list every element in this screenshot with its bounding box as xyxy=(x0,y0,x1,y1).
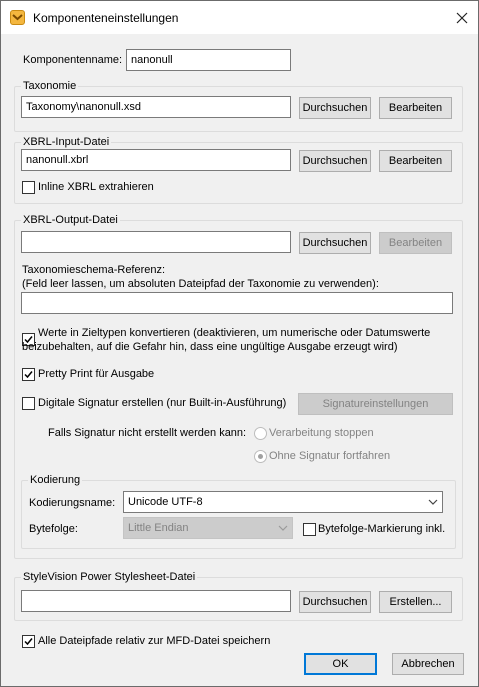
dialog-window: Komponenteneinstellungen Komponentenname… xyxy=(0,0,479,687)
stylevision-browse-button[interactable]: Durchsuchen xyxy=(299,591,371,613)
inline-xbrl-checkbox[interactable] xyxy=(22,181,35,194)
pretty-print-checkbox[interactable] xyxy=(22,368,35,381)
stylevision-create-button[interactable]: Erstellen... xyxy=(379,591,452,613)
digital-signature-label: Digitale Signatur erstellen (nur Built-i… xyxy=(38,397,287,409)
bom-label: Bytefolge-Markierung inkl. xyxy=(318,523,446,535)
byte-order-select[interactable]: Little Endian xyxy=(123,517,293,539)
schema-ref-label: Taxonomieschema-Referenz: xyxy=(22,264,166,276)
inline-xbrl-label: Inline XBRL extrahieren xyxy=(38,181,154,193)
signature-fail-label: Falls Signatur nicht erstellt werden kan… xyxy=(48,427,247,439)
stop-processing-radio[interactable] xyxy=(254,427,267,440)
taxonomy-edit-button[interactable]: Bearbeiten xyxy=(379,97,452,119)
mapforce-icon xyxy=(10,10,25,25)
window-title: Komponenteneinstellungen xyxy=(33,11,179,25)
taxonomy-browse-button[interactable]: Durchsuchen xyxy=(299,97,371,119)
byte-order-value: Little Endian xyxy=(128,522,189,534)
signature-settings-button[interactable]: Signatureinstellungen xyxy=(298,393,453,415)
xbrl-output-path-input[interactable] xyxy=(21,231,291,253)
xbrl-input-edit-button[interactable]: Bearbeiten xyxy=(379,150,452,172)
continue-without-signature-label: Ohne Signatur fortfahren xyxy=(269,450,391,462)
convert-values-label-cont: beizubehalten, auf die Gefahr hin, dass … xyxy=(22,341,398,353)
checkmark-icon xyxy=(24,371,33,379)
taxonomy-path-input[interactable]: Taxonomy\nanonull.xsd xyxy=(21,96,291,118)
relative-paths-checkbox[interactable] xyxy=(22,635,35,648)
close-button[interactable] xyxy=(451,7,473,29)
bom-checkbox[interactable] xyxy=(303,523,316,536)
cancel-button[interactable]: Abbrechen xyxy=(392,653,464,675)
encoding-name-label: Kodierungsname: xyxy=(29,497,116,509)
relative-paths-label: Alle Dateipfade relativ zur MFD-Datei sp… xyxy=(38,635,271,647)
schema-ref-hint: (Feld leer lassen, um absoluten Dateipfa… xyxy=(22,278,379,290)
stop-processing-label: Verarbeitung stoppen xyxy=(269,427,374,439)
chevron-down-icon xyxy=(428,499,438,505)
encoding-group-title: Kodierung xyxy=(28,473,83,487)
close-icon xyxy=(456,12,468,24)
xbrl-input-group-title: XBRL-Input-Datei xyxy=(21,135,112,149)
stylevision-group-title: StyleVision Power Stylesheet-Datei xyxy=(21,570,198,584)
xbrl-input-browse-button[interactable]: Durchsuchen xyxy=(299,150,371,172)
stylevision-path-input[interactable] xyxy=(21,590,291,612)
checkmark-icon xyxy=(24,638,33,646)
encoding-name-select[interactable]: Unicode UTF-8 xyxy=(123,491,443,513)
component-name-input[interactable]: nanonull xyxy=(126,49,291,71)
digital-signature-checkbox[interactable] xyxy=(22,397,35,410)
xbrl-output-browse-button[interactable]: Durchsuchen xyxy=(299,232,371,254)
xbrl-output-group-title: XBRL-Output-Datei xyxy=(21,213,120,227)
byte-order-label: Bytefolge: xyxy=(29,523,78,535)
component-name-label: Komponentenname: xyxy=(23,54,123,66)
chevron-down-icon xyxy=(278,525,288,531)
schema-ref-input[interactable] xyxy=(21,292,453,314)
convert-values-label: Werte in Zieltypen konvertieren (deaktiv… xyxy=(38,327,431,339)
encoding-name-value: Unicode UTF-8 xyxy=(128,496,203,508)
xbrl-output-edit-button[interactable]: Bearbeiten xyxy=(379,232,452,254)
xbrl-input-path-input[interactable]: nanonull.xbrl xyxy=(21,149,291,171)
taxonomy-group-title: Taxonomie xyxy=(21,79,79,93)
ok-button[interactable]: OK xyxy=(304,653,377,675)
continue-without-signature-radio[interactable] xyxy=(254,450,267,463)
pretty-print-label: Pretty Print für Ausgabe xyxy=(38,368,155,380)
title-bar: Komponenteneinstellungen xyxy=(1,1,478,34)
